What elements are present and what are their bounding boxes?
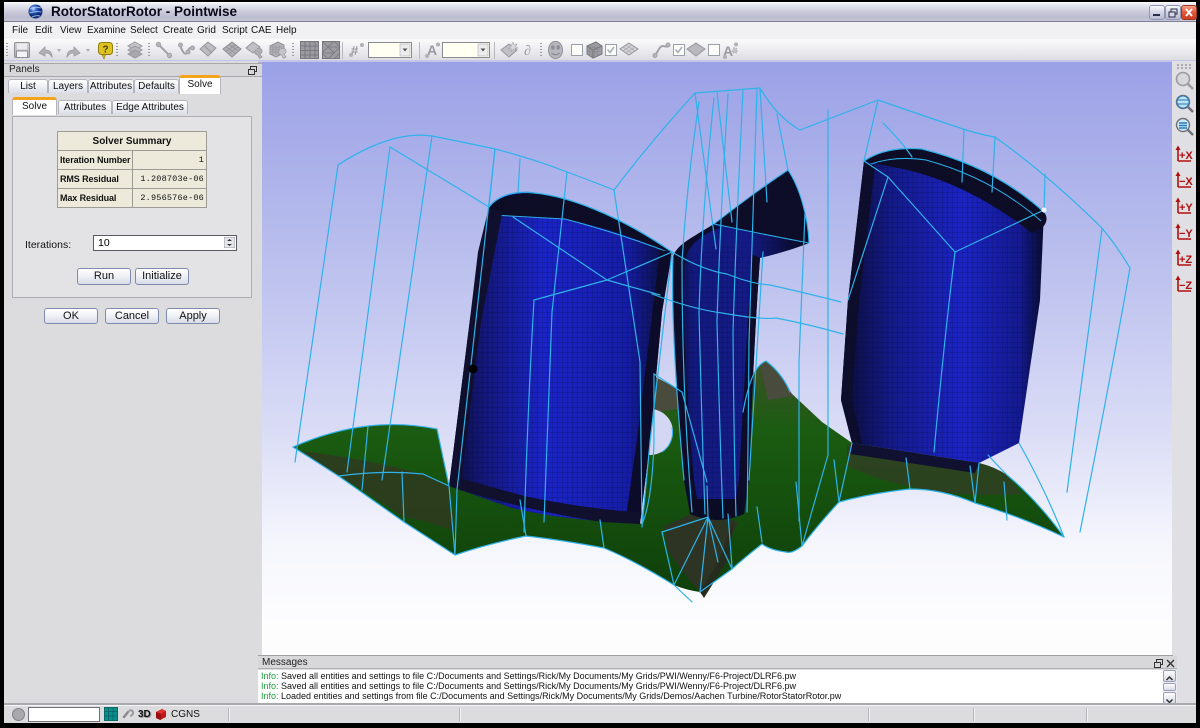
svg-text:−Z: −Z [1179,280,1192,292]
svg-text:+Z: +Z [1179,254,1192,266]
svg-text:∂: ∂ [524,44,531,59]
svg-text:+Y: +Y [1179,202,1193,214]
svg-text:−Y: −Y [1179,228,1193,240]
svg-text:+X: +X [1179,150,1193,162]
svg-text:?: ? [102,45,108,56]
svg-text:−X: −X [1179,176,1193,188]
